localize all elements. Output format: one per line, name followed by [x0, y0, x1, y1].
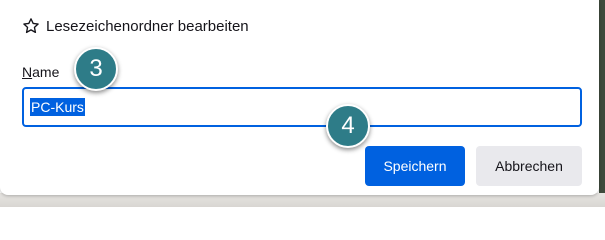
name-input[interactable]: PC-Kurs — [22, 87, 582, 127]
background-edge-bottom — [0, 193, 605, 207]
name-field-label: Name — [22, 64, 59, 80]
step-badge-4: 4 — [326, 104, 370, 148]
dialog-header: Lesezeichenordner bearbeiten — [22, 17, 249, 35]
background-edge-right — [599, 0, 605, 207]
edit-bookmark-folder-dialog: Lesezeichenordner bearbeiten Name PC-Kur… — [0, 0, 599, 195]
name-label-accesskey: N — [22, 64, 33, 80]
name-label-text: ame — [32, 64, 60, 80]
save-button[interactable]: Speichern — [365, 146, 465, 186]
cancel-button[interactable]: Abbrechen — [476, 146, 582, 186]
star-icon — [22, 17, 40, 35]
dialog-title: Lesezeichenordner bearbeiten — [46, 17, 249, 35]
name-input-value: PC-Kurs — [30, 98, 85, 116]
step-badge-3: 3 — [74, 47, 118, 91]
